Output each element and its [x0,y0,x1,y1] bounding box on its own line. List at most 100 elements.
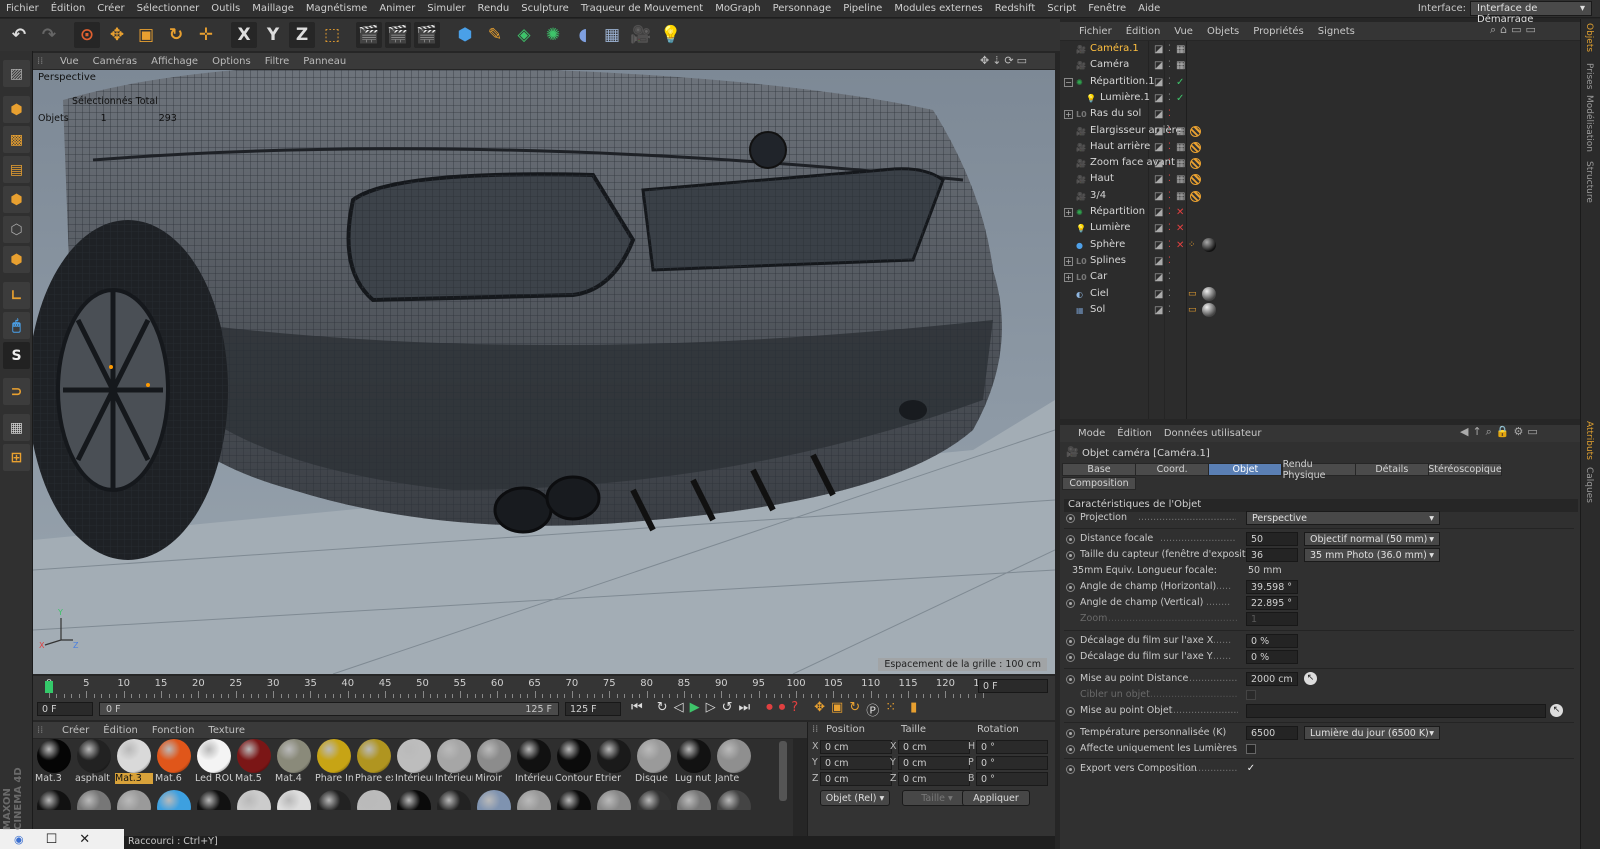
attribute-manager-nav-icons[interactable]: ◀↑⌕🔒⚙▭ [1460,425,1542,439]
attribute-menu-item[interactable]: Mode [1072,428,1111,439]
key-position-icon[interactable]: ✥ [814,700,825,719]
menu-item[interactable]: Outils [205,3,246,14]
coord-rotation-input[interactable]: 0 ° [976,772,1048,786]
go-to-start-icon[interactable]: ⏮ [631,700,643,719]
material-swatch[interactable]: Led ROUGE [195,739,233,787]
material-tag-icon[interactable] [1202,237,1216,252]
material-swatch[interactable] [395,790,433,810]
export-checkbox[interactable]: ✓ [1246,764,1256,774]
menu-item[interactable]: Fichier [0,3,45,14]
attribute-tab[interactable]: Stéréoscopique [1428,463,1502,476]
sensor-input[interactable]: 36 [1246,548,1298,562]
material-swatch[interactable] [155,790,193,810]
menu-item[interactable]: Pipeline [837,3,888,14]
object-menu-item[interactable]: Propriétés [1246,26,1311,37]
menu-item[interactable]: Rendu [472,3,516,14]
expand-toggle-icon[interactable]: + [1064,208,1073,217]
object-row[interactable]: 🎥 3/4 ◪ ⁚ ▦ [1060,189,1580,205]
viewport-menu-item[interactable]: Panneau [296,56,353,67]
menu-item[interactable]: Modules externes [888,3,988,14]
edges-mode-icon[interactable]: ⬡ [3,216,30,243]
object-row[interactable]: 🎥 Zoom face avant ◪ ⁚ ▦ [1060,156,1580,172]
attribute-tab[interactable]: Base [1062,463,1136,476]
edit-state-icon[interactable]: ◪ [1154,109,1163,120]
attribute-menu-item[interactable]: Données utilisateur [1158,428,1268,439]
object-name[interactable]: Répartition.1 [1090,76,1155,87]
object-name[interactable]: Lumière.1 [1100,92,1150,103]
object-row[interactable]: ● Sphère ◪ ⁚ ✕ ⁘ [1060,237,1580,254]
visibility-dots-icon[interactable]: ⁚ [1168,289,1171,300]
menu-item[interactable]: MoGraph [709,3,766,14]
edit-state-icon[interactable]: ◪ [1154,240,1163,251]
interface-dropdown[interactable]: Interface de Démarrage ▾ [1470,1,1592,25]
material-tag-icon[interactable] [1202,286,1216,301]
compositing-tag-icon[interactable]: ▭ [1188,305,1197,316]
floor-icon[interactable]: ▦ [599,22,625,48]
enabled-check-icon[interactable]: ✓ [1176,93,1184,104]
coord-size-input[interactable]: 0 cm [898,756,970,770]
animate-toggle[interactable] [1066,729,1075,738]
object-row[interactable]: + ✺ Répartition ◪ ⁚ ✕ [1060,205,1580,221]
texture-mode-icon[interactable]: ▩ [3,126,30,153]
coord-size-input[interactable]: 0 cm [898,772,970,786]
expand-toggle-icon[interactable]: + [1064,110,1073,120]
redo-icon[interactable]: ↷ [36,22,62,48]
temperature-preset-dropdown[interactable]: Lumière du jour (6500 K) ▾ [1304,726,1440,740]
animate-toggle[interactable] [1066,765,1075,774]
timeline-ruler[interactable]: 0510152025303540455055606570758085909510… [43,676,1003,698]
protection-tag-icon[interactable] [1190,158,1201,170]
object-name[interactable]: Sphère [1090,239,1125,250]
material-swatch[interactable] [715,790,753,810]
protection-tag-icon[interactable] [1190,190,1201,202]
visibility-dots-icon[interactable]: ⁚ [1168,109,1171,120]
material-swatch[interactable]: Disque [635,739,673,787]
object-name[interactable]: Splines [1090,255,1126,266]
key-scale-icon[interactable]: ▣ [831,700,843,719]
render-view-icon[interactable]: 🎬 [356,22,382,48]
viewport-menu-item[interactable]: Options [205,56,258,67]
maximize-icon[interactable]: ☐ [46,832,58,847]
axis-mode-icon[interactable]: ∟ [3,282,30,309]
undo-icon[interactable]: ↶ [6,22,32,48]
menu-item[interactable]: Édition [45,3,92,14]
compositing-tag-icon[interactable]: ▭ [1188,289,1197,300]
visibility-dots-icon[interactable]: ⁚ [1168,44,1171,55]
materials-menu-item[interactable]: Créer [55,725,96,736]
material-swatch[interactable] [675,790,713,810]
animate-toggle[interactable] [1066,675,1075,684]
materials-menu-item[interactable]: Texture [201,725,252,736]
menu-item[interactable]: Fenêtre [1082,3,1132,14]
material-swatch[interactable]: Intérieur [395,739,433,787]
cloner-tag-icon[interactable]: ⁘ [1188,240,1196,251]
visibility-dots-icon[interactable]: ⁚ [1168,305,1171,316]
menu-item[interactable]: Simuler [421,3,471,14]
edit-state-icon[interactable]: ◪ [1154,256,1163,267]
apply-button[interactable]: Appliquer [962,790,1030,806]
fov-v-input[interactable]: 22.895 ° [1246,596,1298,610]
material-swatch[interactable]: Mat.3 [35,739,73,787]
object-row[interactable]: + L0 Splines ◪ ⁚ [1060,254,1580,270]
cloner-icon[interactable]: ✺ [540,22,566,48]
polygons-mode-icon[interactable]: ⬢ [3,246,30,273]
loop-back-icon[interactable]: ↺ [722,700,733,719]
material-swatch[interactable]: Intérieur [515,739,553,787]
light-icon[interactable]: 💡 [658,22,684,48]
projection-dropdown[interactable]: Perspective ▾ [1246,511,1440,525]
grid-state-icon[interactable]: ▦ [1176,191,1185,202]
visibility-dots-icon[interactable]: ⁚ [1168,223,1171,234]
record-icon[interactable]: ⏺ [766,700,773,719]
object-row[interactable]: − ✺ Répartition.1 ◪ ⁚ ✓ [1060,75,1580,91]
timeline-window-icon[interactable]: ▮ [910,700,917,719]
coords-mode-dropdown[interactable]: Objet (Rel) ▾ [820,790,890,806]
animate-toggle[interactable] [1066,637,1075,646]
disabled-cross-icon[interactable]: ✕ [1176,207,1184,218]
object-menu-item[interactable]: Édition [1119,26,1168,37]
animate-toggle[interactable] [1066,535,1075,544]
focal-input[interactable]: 50 [1246,532,1298,546]
edit-state-icon[interactable]: ◪ [1154,158,1163,169]
close-icon[interactable]: ✕ [79,832,90,847]
object-row[interactable]: 🎥 Haut ◪ ⁚ ▦ [1060,172,1580,188]
side-tab[interactable]: Attributs [1584,421,1594,460]
animate-toggle[interactable] [1066,583,1075,592]
object-name[interactable]: Ras du sol [1090,108,1141,119]
